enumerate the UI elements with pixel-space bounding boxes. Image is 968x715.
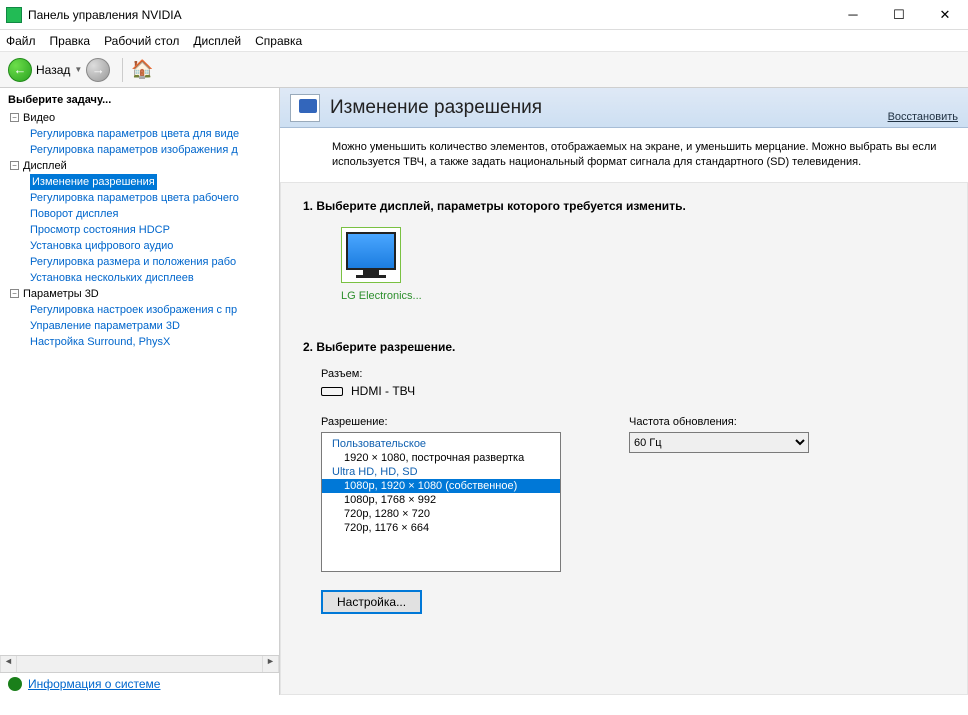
scroll-left-icon[interactable]: ◄: [0, 656, 17, 672]
resolution-option[interactable]: 1920 × 1080, построчная развертка: [322, 451, 560, 465]
hdmi-icon: [321, 387, 343, 396]
step2-label: 2. Выберите разрешение.: [303, 340, 945, 354]
display-thumbnail[interactable]: [341, 227, 401, 283]
menubar: Файл Правка Рабочий стол Дисплей Справка: [0, 30, 968, 52]
restore-link[interactable]: Восстановить: [888, 111, 958, 123]
back-icon: ←: [8, 58, 32, 82]
nav-back[interactable]: ← Назад ▼: [8, 58, 82, 82]
resolution-option[interactable]: 1080p, 1920 × 1080 (собственное): [322, 479, 560, 493]
tree-item[interactable]: Настройка Surround, PhysX: [4, 334, 279, 350]
connector-label: Разъем:: [321, 368, 945, 380]
resolution-category: Пользовательское: [322, 437, 560, 451]
main-content: Изменение разрешения Восстановить Можно …: [280, 88, 968, 695]
tree-item[interactable]: Просмотр состояния HDCP: [4, 222, 279, 238]
minimize-button[interactable]: ─: [830, 0, 876, 30]
back-dropdown-icon[interactable]: ▼: [74, 65, 82, 74]
toolbar-separator: [122, 58, 123, 82]
tree-item-selected[interactable]: Изменение разрешения: [30, 174, 157, 190]
scroll-track[interactable]: [17, 656, 262, 672]
close-button[interactable]: ✕: [922, 0, 968, 30]
system-info-link[interactable]: Информация о системе: [28, 677, 160, 691]
tree-group[interactable]: −Видео: [4, 110, 279, 126]
collapse-icon[interactable]: −: [10, 113, 19, 122]
tree-item[interactable]: Управление параметрами 3D: [4, 318, 279, 334]
connector-value: HDMI - ТВЧ: [351, 384, 415, 398]
refresh-rate-select[interactable]: 60 Гц: [629, 432, 809, 453]
menu-display[interactable]: Дисплей: [193, 34, 241, 48]
tree-item[interactable]: Поворот дисплея: [4, 206, 279, 222]
back-label: Назад: [36, 63, 70, 77]
customize-button[interactable]: Настройка...: [321, 590, 422, 614]
info-icon: [8, 677, 22, 691]
tree-item[interactable]: Регулировка параметров изображения д: [4, 142, 279, 158]
collapse-icon[interactable]: −: [10, 289, 19, 298]
page-title: Изменение разрешения: [330, 97, 888, 119]
page-description: Можно уменьшить количество элементов, от…: [280, 128, 968, 180]
task-tree: −ВидеоРегулировка параметров цвета для в…: [0, 110, 279, 655]
menu-desktop[interactable]: Рабочий стол: [104, 34, 179, 48]
app-icon: [6, 7, 22, 23]
system-info-bar: Информация о системе: [0, 672, 279, 695]
refresh-label: Частота обновления:: [629, 416, 809, 428]
window-title: Панель управления NVIDIA: [28, 8, 830, 22]
sidebar: Выберите задачу... −ВидеоРегулировка пар…: [0, 88, 280, 695]
resolution-option[interactable]: 1080p, 1768 × 992: [322, 493, 560, 507]
maximize-button[interactable]: ☐: [876, 0, 922, 30]
page-header: Изменение разрешения Восстановить: [280, 88, 968, 128]
resolution-option[interactable]: 720p, 1280 × 720: [322, 507, 560, 521]
tree-item[interactable]: Установка цифрового аудио: [4, 238, 279, 254]
header-icon: [290, 94, 320, 122]
menu-file[interactable]: Файл: [6, 34, 36, 48]
resolution-label: Разрешение:: [321, 416, 561, 428]
nav-forward[interactable]: →: [86, 58, 110, 82]
home-icon[interactable]: 🏠: [131, 59, 153, 80]
connector-row: HDMI - ТВЧ: [321, 384, 945, 398]
scroll-right-icon[interactable]: ►: [262, 656, 279, 672]
tree-group[interactable]: −Параметры 3D: [4, 286, 279, 302]
tree-group[interactable]: −Дисплей: [4, 158, 279, 174]
resolution-listbox[interactable]: Пользовательское1920 × 1080, построчная …: [321, 432, 561, 572]
settings-panel: 1. Выберите дисплей, параметры которого …: [280, 182, 968, 695]
tree-item[interactable]: Регулировка размера и положения рабо: [4, 254, 279, 270]
forward-icon: →: [86, 58, 110, 82]
monitor-screen-icon: [346, 232, 396, 270]
titlebar: Панель управления NVIDIA ─ ☐ ✕: [0, 0, 968, 30]
menu-edit[interactable]: Правка: [50, 34, 91, 48]
step1-label: 1. Выберите дисплей, параметры которого …: [303, 199, 945, 213]
resolution-category: Ultra HD, HD, SD: [322, 465, 560, 479]
tree-item[interactable]: Установка нескольких дисплеев: [4, 270, 279, 286]
tree-item[interactable]: Регулировка параметров цвета рабочего: [4, 190, 279, 206]
tree-item[interactable]: Регулировка настроек изображения с пр: [4, 302, 279, 318]
menu-help[interactable]: Справка: [255, 34, 302, 48]
monitor-base-icon: [356, 275, 386, 278]
collapse-icon[interactable]: −: [10, 161, 19, 170]
sidebar-header: Выберите задачу...: [0, 88, 279, 110]
sidebar-hscroll[interactable]: ◄ ►: [0, 655, 279, 672]
toolbar: ← Назад ▼ → 🏠: [0, 52, 968, 88]
resolution-option[interactable]: 720p, 1176 × 664: [322, 521, 560, 535]
tree-item[interactable]: Регулировка параметров цвета для виде: [4, 126, 279, 142]
display-label: LG Electronics...: [341, 290, 945, 302]
